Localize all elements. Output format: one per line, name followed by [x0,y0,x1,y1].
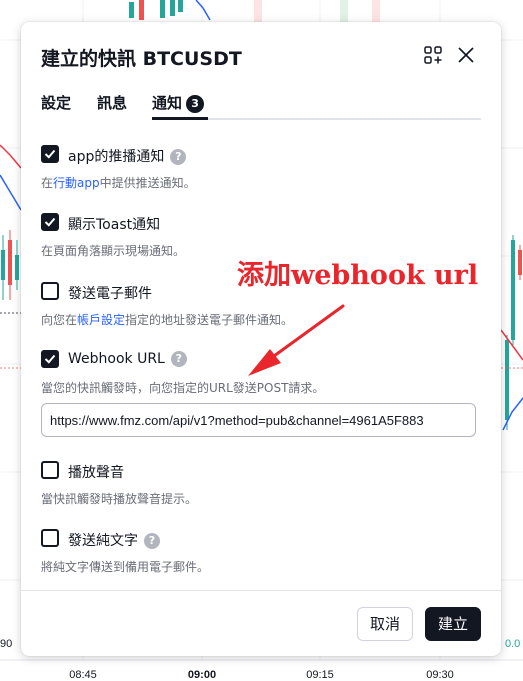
desc-text: 指定的地址發送電子郵件通知。 [125,313,294,327]
app-push-label-text: app的推播通知 [68,149,165,165]
webhook-checkbox[interactable] [41,350,59,368]
email-checkbox[interactable] [41,282,59,300]
option-webhook: Webhook URL? 當您的快訊觸發時，向您指定的URL發送POST請求。 [41,349,481,399]
webhook-label: Webhook URL? [68,351,187,367]
mobile-app-link[interactable]: 行動app [53,176,100,190]
toast-checkbox[interactable] [41,213,59,231]
webhook-url-input[interactable] [41,403,476,437]
candles-left [1,230,19,300]
candles-right [505,235,522,430]
time-axis-label: 08:45 [69,669,97,681]
notification-count-badge: 3 [186,95,205,113]
cancel-button[interactable]: 取消 [357,607,413,641]
help-icon[interactable]: ? [170,149,187,165]
webhook-label-text: Webhook URL [68,351,165,367]
webhook-description: 當您的快訊觸發時，向您指定的URL發送POST請求。 [41,381,325,395]
help-icon[interactable]: ? [170,351,187,367]
account-settings-link[interactable]: 帳戶設定 [77,313,125,327]
help-icon[interactable]: ? [144,533,160,549]
sound-label: 播放聲音 [68,465,124,481]
time-axis-label: 09:15 [306,669,334,681]
candles-top [129,0,183,20]
sound-description: 當快訊觸發時播放聲音提示。 [41,492,198,506]
tab-label: 訊息 [97,94,128,112]
app-push-label: app的推播通知? [68,146,187,166]
footer-divider [21,590,501,591]
create-alert-dialog: 建立的快訊 BTCUSDT 設定 訊息 通知 3 app的推播通知 ? 在行動a… [21,22,501,656]
toast-label: 顯示Toast通知 [68,217,161,233]
close-icon[interactable] [455,44,477,66]
email-label: 發送電子郵件 [68,286,152,302]
tab-active-indicator [152,117,208,120]
option-app-push: app的推播通知? 在行動app中提供推送通知。 [41,144,481,194]
tab-label: 設定 [41,94,72,112]
sound-checkbox[interactable] [41,461,59,479]
plain-text-checkbox[interactable] [41,529,59,547]
app-push-checkbox[interactable] [41,145,59,163]
desc-text: 在 [41,176,54,190]
option-plain-text: 發送純文字? 將純文字傳送到備用電子郵件。 [41,528,481,578]
plain-text-label: 發送純文字? [68,530,160,550]
tab-label: 通知 [152,94,183,112]
price-axis-right-label: 0.0 [505,638,521,650]
dialog-title: 建立的快訊 BTCUSDT [41,48,242,70]
toast-description: 在頁面角落顯示現場通知。 [41,244,186,258]
option-sound: 播放聲音 當快訊觸發時播放聲音提示。 [41,460,481,510]
plain-text-description: 將純文字傳送到備用電子郵件。 [41,560,210,574]
desc-text: 向您在 [41,313,78,327]
tab-notifications[interactable]: 通知 3 [152,92,205,118]
time-axis-label: 09:30 [426,669,454,681]
email-description: 向您在帳戶設定指定的地址發送電子郵件通知。 [41,311,293,328]
price-axis-left-label: 90 [0,638,13,650]
create-button[interactable]: 建立 [425,607,481,641]
tab-message[interactable]: 訊息 [97,92,127,118]
app-push-description: 在行動app中提供推送通知。 [41,174,196,191]
plain-text-label-text: 發送純文字 [68,533,138,549]
add-widget-icon[interactable] [422,44,444,66]
desc-text: 中提供推送通知。 [99,176,196,190]
tab-settings[interactable]: 設定 [41,92,71,118]
annotation-text: 添加webhook url [237,260,479,291]
time-axis-label: 09:00 [187,669,217,681]
